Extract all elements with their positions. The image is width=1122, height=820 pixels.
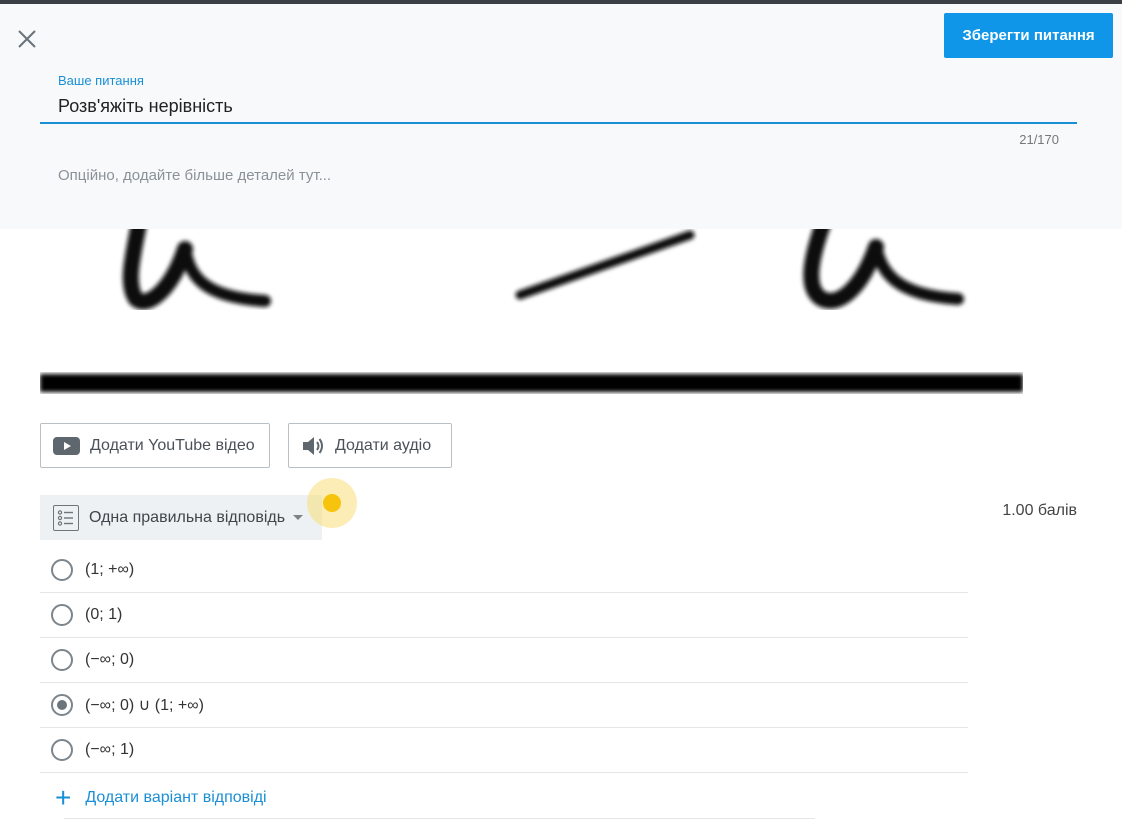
inequality-image	[40, 229, 1023, 392]
close-button[interactable]	[14, 26, 40, 52]
radio-button[interactable]	[51, 604, 73, 626]
question-type-dropdown[interactable]: Одна правильна відповідь	[40, 495, 322, 540]
question-image	[40, 229, 1023, 395]
question-input[interactable]	[40, 90, 1077, 124]
answer-option-text[interactable]: (1; +∞)	[85, 561, 134, 579]
radio-button-checked[interactable]	[51, 694, 73, 716]
cursor-dot	[323, 494, 341, 512]
answer-option[interactable]: (0; 1)	[40, 593, 968, 638]
answer-option[interactable]: (−∞; 0)	[40, 638, 968, 683]
cursor-highlight	[307, 478, 357, 528]
points-value[interactable]: 1.00 балів	[980, 502, 1077, 520]
list-icon	[53, 504, 79, 531]
plus-icon: +	[55, 781, 72, 813]
close-icon	[18, 30, 36, 48]
answer-option-text[interactable]: (−∞; 0) ∪ (1; +∞)	[85, 695, 204, 715]
question-label: Ваше питання	[58, 73, 144, 88]
divider	[64, 818, 815, 819]
speaker-icon	[301, 435, 325, 457]
add-option-label: Додати варіант відповіді	[85, 788, 267, 806]
answer-option-text[interactable]: (−∞; 0)	[85, 651, 134, 669]
answer-option[interactable]: (1; +∞)	[40, 548, 968, 593]
radio-button[interactable]	[51, 649, 73, 671]
youtube-icon	[53, 436, 80, 456]
add-youtube-label: Додати YouTube відео	[90, 436, 255, 454]
answer-option-text[interactable]: (0; 1)	[85, 606, 122, 624]
answer-option-text[interactable]: (−∞; 1)	[85, 741, 134, 759]
question-type-label: Одна правильна відповідь	[89, 508, 286, 526]
add-audio-label: Додати аудіо	[335, 436, 432, 454]
add-youtube-button[interactable]: Додати YouTube відео	[40, 423, 270, 468]
add-audio-button[interactable]: Додати аудіо	[288, 423, 452, 468]
character-counter: 21/170	[1019, 132, 1059, 147]
radio-button[interactable]	[51, 739, 73, 761]
answer-option-correct[interactable]: (−∞; 0) ∪ (1; +∞)	[40, 683, 968, 728]
save-question-button[interactable]: Зберегти питання	[944, 13, 1113, 58]
details-input[interactable]	[40, 160, 1077, 190]
add-option-button[interactable]: + Додати варіант відповіді	[40, 775, 267, 820]
chevron-down-icon	[293, 515, 304, 520]
radio-button[interactable]	[51, 559, 73, 581]
answer-option[interactable]: (−∞; 1)	[40, 728, 968, 773]
